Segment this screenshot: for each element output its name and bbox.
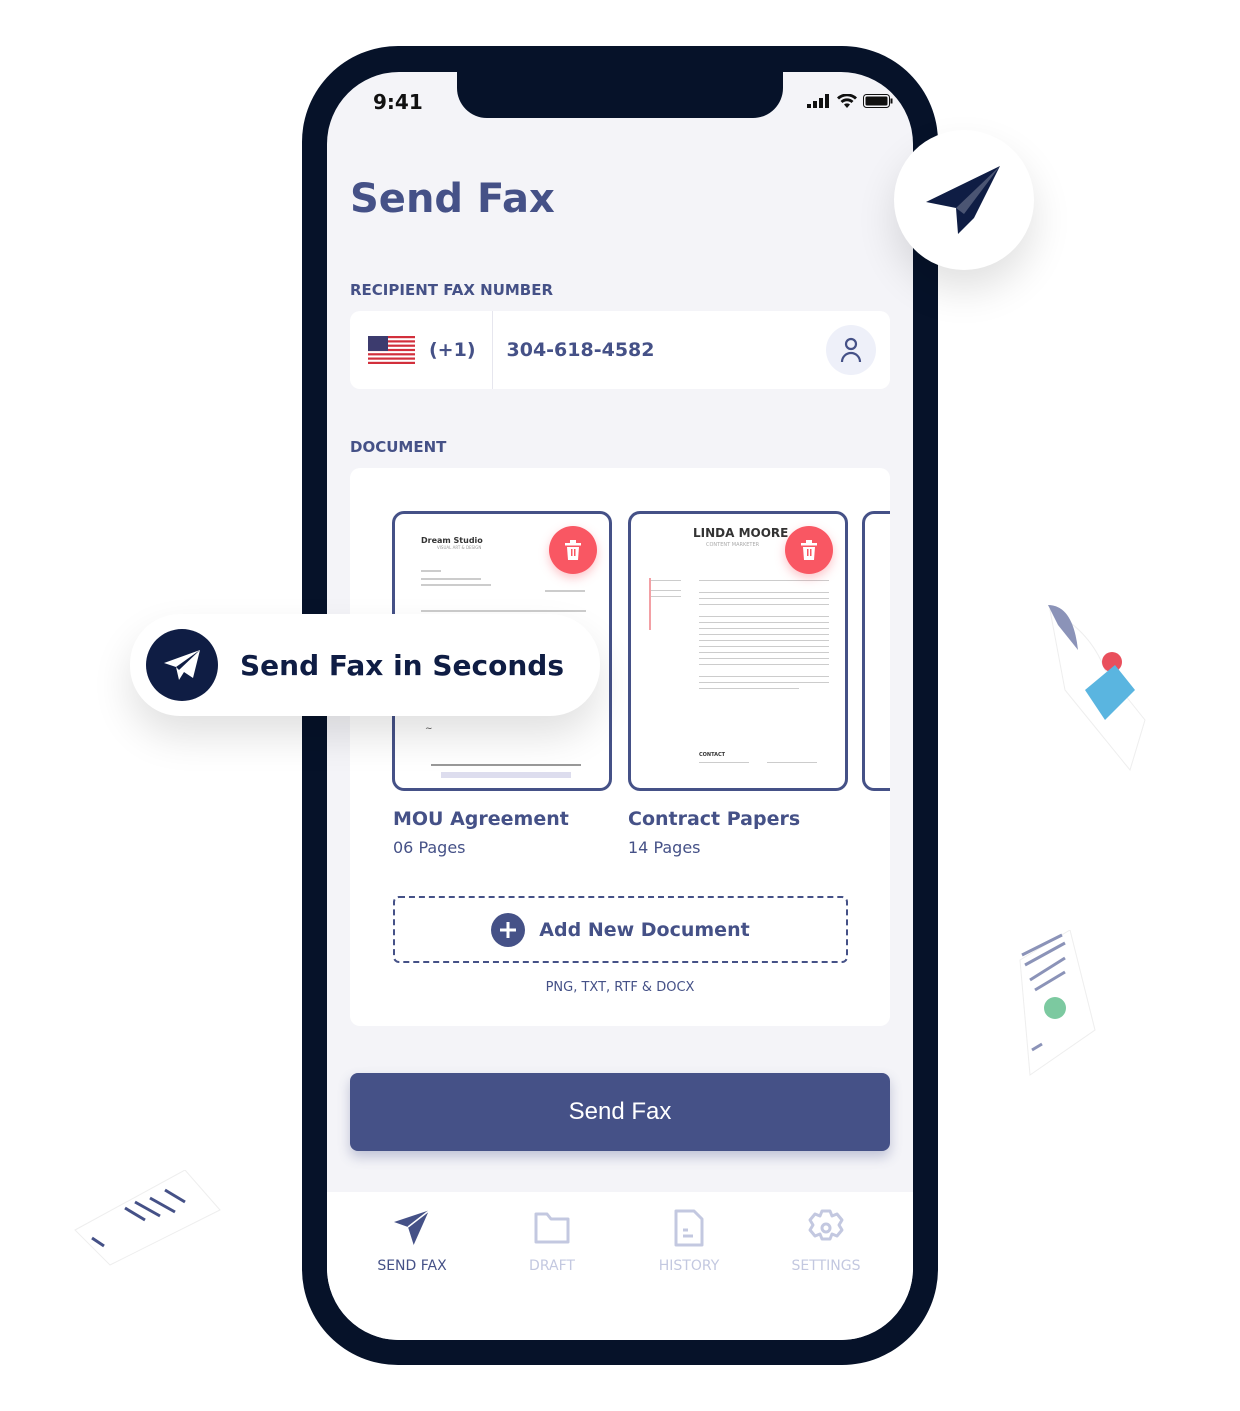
thumbnail-subheading: CONTENT MARKETER [706,542,760,548]
document-pages: 06 Pages [393,838,466,857]
contact-picker-button[interactable] [826,325,876,375]
nav-draft[interactable]: DRAFT [492,1208,612,1274]
paper-plane-icon [164,650,200,680]
document-pages: 14 Pages [628,838,701,857]
trash-icon [565,540,581,560]
floating-paper-illustration [1019,930,1096,1076]
wifi-icon [837,94,857,108]
us-flag-icon [368,336,415,364]
thumbnail-brand-sub: VISUAL ART & DESIGN [437,545,482,550]
trash-icon [801,540,817,560]
delete-document-button[interactable] [549,526,597,574]
promo-callout: Send Fax in Seconds [130,614,600,716]
add-document-label: Add New Document [539,918,750,941]
nav-label: DRAFT [529,1258,575,1274]
document-thumbnail[interactable]: LINDA MOORE CONTENT MARKETER CONTACT [628,511,848,791]
nav-label: HISTORY [658,1258,720,1274]
floating-document-illustration [1048,605,1146,772]
document-name: MOU Agreement [393,808,569,830]
battery-icon [863,94,893,108]
status-time: 9:41 [373,90,423,114]
bottom-nav: SEND FAX DRAFT HISTORY SETTINGS [327,1192,913,1340]
nav-history[interactable]: HISTORY [629,1208,749,1274]
recipient-label: RECIPIENT FAX NUMBER [350,281,554,299]
fax-number-input[interactable]: 304-618-4582 [507,339,826,361]
field-divider [491,311,493,389]
floating-paper-illustration [74,1170,221,1266]
fax-number-field[interactable]: (+1) 304-618-4582 [350,311,890,389]
callout-text: Send Fax in Seconds [240,648,564,682]
add-document-button[interactable]: Add New Document [393,896,848,963]
document-thumbnail[interactable] [862,511,890,791]
gear-icon [808,1209,844,1241]
send-fax-button[interactable]: Send Fax [350,1073,890,1151]
folder-icon [534,1212,570,1244]
delete-document-button[interactable] [785,526,833,574]
paper-plane-badge [146,629,218,701]
page-title: Send Fax [350,176,555,222]
signal-icon [807,94,829,108]
supported-formats: PNG, TXT, RTF & DOCX [545,980,695,995]
nav-send-fax[interactable]: SEND FAX [352,1208,472,1274]
thumbnail-heading: LINDA MOORE [693,526,789,540]
document-panel: Dream Studio VISUAL ART & DESIGN ~ LINDA… [350,468,890,1026]
country-code-selector[interactable]: (+1) [429,339,476,361]
thumbnail-contact: CONTACT [699,752,726,758]
plus-circle-icon [491,912,526,947]
document-name: Contract Papers [628,808,801,830]
thumbnail-brand: Dream Studio [421,536,483,545]
notch [457,72,783,118]
nav-settings[interactable]: SETTINGS [766,1208,886,1274]
paper-plane-icon [394,1209,431,1247]
floating-plane-badge [894,130,1034,270]
nav-label: SETTINGS [791,1258,861,1274]
paper-plane-icon [926,166,1000,234]
document-label: DOCUMENT [350,438,447,456]
document-icon [674,1209,704,1247]
status-icons [807,94,893,108]
person-icon [840,337,862,363]
nav-label: SEND FAX [377,1258,447,1274]
